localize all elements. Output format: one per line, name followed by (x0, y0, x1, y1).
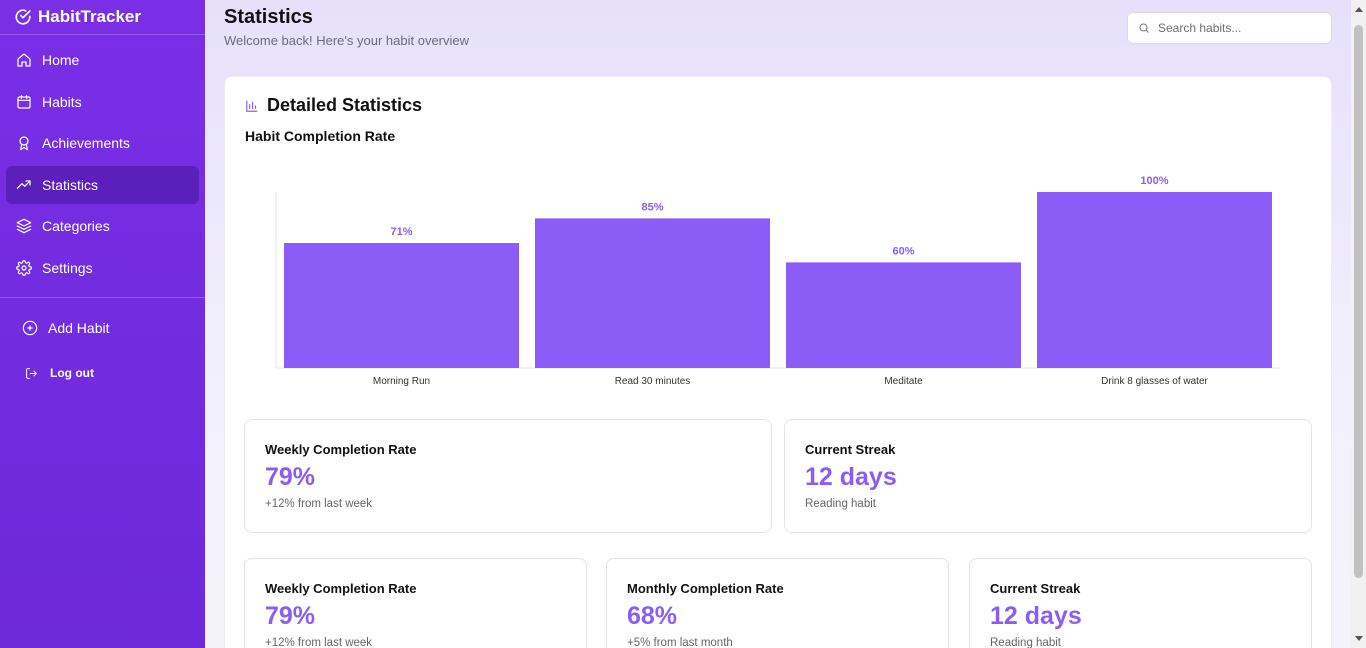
stat-label: Current Streak (990, 581, 1081, 596)
chart-bar (1037, 192, 1272, 368)
stat-current-streak: Current Streak 12 days Reading habit (784, 419, 1312, 533)
add-habit-label: Add Habit (48, 320, 110, 336)
chart-title: Habit Completion Rate (245, 128, 396, 144)
brand[interactable]: HabitTracker (0, 0, 205, 35)
card-title-text: Detailed Statistics (267, 95, 423, 115)
stat-weekly-completion: Weekly Completion Rate 79% +12% from las… (244, 419, 772, 533)
stat-monthly-completion: Monthly Completion Rate 68% +5% from las… (606, 558, 949, 648)
sidebar-item-habits[interactable]: Habits (6, 83, 199, 121)
bar-value-label: 60% (892, 245, 914, 257)
stat-label: Weekly Completion Rate (265, 442, 417, 457)
sidebar-item-statistics[interactable]: Statistics (6, 165, 199, 204)
scrollbar-thumb[interactable] (1354, 25, 1363, 578)
stat-note: +5% from last month (627, 637, 733, 648)
bar-chart-icon (246, 100, 258, 112)
sidebar-item-label: Settings (42, 259, 93, 276)
x-tick-label: Read 30 minutes (615, 376, 691, 387)
stat-note: +12% from last week (265, 637, 373, 648)
logout-icon (26, 367, 38, 379)
stat-current-streak: Current Streak 12 days Reading habit (969, 558, 1312, 648)
award-icon (19, 136, 29, 151)
chart-bar (786, 262, 1021, 368)
chart-bar (535, 218, 770, 368)
sidebar-item-label: Statistics (42, 176, 99, 193)
stat-note: Reading habit (805, 498, 876, 510)
page-subtitle: Welcome back! Here's your habit overview (224, 33, 470, 48)
stat-weekly-completion: Weekly Completion Rate 79% +12% from las… (244, 558, 587, 648)
sidebar: HabitTracker Home Habits Achievements St… (0, 0, 205, 648)
scroll-up-arrow[interactable] (1355, 7, 1363, 12)
stat-note: +12% from last week (265, 498, 373, 510)
page-title: Statistics (224, 6, 313, 28)
stat-note: Reading habit (990, 637, 1061, 648)
main-content: Statistics Welcome back! Here's your hab… (205, 0, 1351, 648)
stat-value: 12 days (990, 602, 1082, 630)
trending-up-icon (16, 180, 31, 189)
stat-value: 68% (627, 602, 678, 630)
bar-value-label: 100% (1140, 175, 1168, 187)
sidebar-item-label: Achievements (42, 135, 130, 152)
page-scrollbar[interactable] (1351, 0, 1366, 648)
sidebar-item-label: Home (42, 52, 80, 68)
statistics-card: 71% Morning Run 85% Read 30 minutes 60% Medit… (224, 76, 1332, 648)
brand-name: HabitTracker (38, 7, 141, 26)
stat-label: Monthly Completion Rate (627, 581, 784, 596)
plus-circle-icon (22, 320, 38, 336)
logout-button[interactable]: Log out (25, 366, 94, 380)
calendar-icon (17, 94, 31, 109)
logout-label: Log out (50, 366, 94, 380)
stat-label: Weekly Completion Rate (265, 581, 417, 596)
stat-value: 79% (265, 463, 316, 491)
search-input[interactable] (1158, 21, 1318, 35)
sidebar-item-label: Habits (42, 93, 82, 110)
check-circle-icon (15, 9, 31, 25)
sidebar-item-label: Categories (42, 218, 110, 235)
sidebar-item-categories[interactable]: Categories (6, 207, 199, 245)
sidebar-item-achievements[interactable]: Achievements (6, 124, 199, 162)
x-tick-label: Drink 8 glasses of water (1101, 376, 1208, 387)
sidebar-item-home[interactable]: Home (6, 41, 199, 79)
card-title: Detailed Statistics (245, 95, 422, 116)
stat-value: 79% (265, 602, 316, 630)
home-icon (17, 53, 31, 67)
search-box[interactable] (1127, 12, 1332, 44)
stat-label: Current Streak (805, 442, 896, 457)
sidebar-nav: Home Habits Achievements Statistics Cate… (0, 35, 205, 298)
bar-value-label: 71% (390, 226, 412, 238)
x-tick-label: Meditate (884, 376, 923, 387)
add-habit-button[interactable]: Add Habit (22, 320, 109, 336)
chart-bar (284, 243, 519, 368)
scroll-down-arrow[interactable] (1355, 636, 1363, 641)
search-icon (1139, 23, 1149, 33)
layers-icon (16, 219, 32, 234)
bar-value-label: 85% (641, 201, 663, 213)
x-tick-label: Morning Run (373, 376, 430, 387)
sidebar-item-settings[interactable]: Settings (6, 249, 199, 287)
gear-icon (16, 260, 32, 276)
stat-value: 12 days (805, 463, 897, 491)
completion-rate-chart: 71% Morning Run 85% Read 30 minutes 60% Medit… (275, 175, 1280, 387)
